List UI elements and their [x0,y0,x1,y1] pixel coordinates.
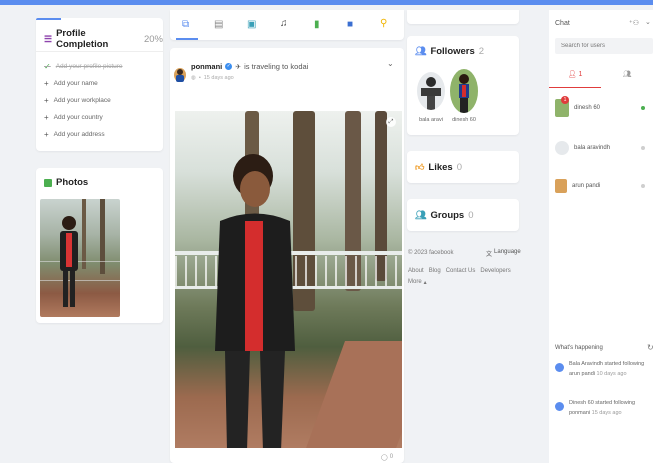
offline-status-dot [641,146,645,150]
group-icon: 👥︎ [415,210,427,220]
comment-icon: ◯ [381,455,388,461]
groups-title: 👥︎ Groups 0 [415,210,474,221]
language-link[interactable]: 文 Language [486,249,521,258]
post-author[interactable]: ponmani [191,62,222,71]
profile-completion-card: ☰ Profile Completion 20% ✓ Add your prof… [36,18,163,151]
post-author-avatar[interactable] [174,68,186,82]
plus-icon: + [44,79,49,88]
profile-task-picture[interactable]: ✓ Add your profile picture [44,62,123,71]
post-header: ponmani ✓ ✈ is traveling to kodai [191,62,308,71]
chat-search-input[interactable] [555,38,653,54]
online-status-dot [641,106,645,110]
photos-card: Photos [36,168,163,323]
chevron-down-icon[interactable]: ⌄ [645,18,651,26]
check-icon: ✓ [44,62,51,71]
profile-task-workplace[interactable]: + Add your workplace [44,96,111,105]
groups-card: 👥︎ Groups 0 [407,199,519,231]
avatar: 1 [555,96,569,117]
chat-tab-groups[interactable]: 👥︎ [601,70,653,88]
chat-tab-active-underline [549,87,601,88]
document-icon[interactable]: ▤ [214,19,223,30]
avatar [555,179,567,193]
camera-icon[interactable]: ▣ [247,19,256,30]
post-image[interactable]: ⤢ [175,111,402,448]
activity-item[interactable]: Dinesh 60 started following ponmani 15 d… [555,398,651,426]
users-icon: 👥︎ [415,46,427,56]
refresh-icon[interactable]: ↻ [647,343,653,352]
verified-icon: ✓ [225,63,233,70]
whats-happening-title: What's happening [555,345,603,351]
profile-tab-bar: ⧉ ▤ ▣ ♫ ▮ ■ ⚲ [170,10,404,40]
divider [36,51,163,52]
music-note-icon[interactable]: ♫ [280,18,288,29]
comment-count[interactable]: ◯ 0 [381,454,393,461]
footer-links: About Blog Contact Us Developers [408,268,511,274]
footer-copyright: © 2023 facebook [408,250,454,256]
person-icon: 👤︎ [567,71,577,78]
chevron-down-icon[interactable]: ⌄ [387,59,394,68]
footer-link-contact[interactable]: Contact Us [446,268,476,274]
profile-completion-title: ☰ Profile Completion 20% [44,28,163,50]
activity-item[interactable]: Bala Aravindh started following arun pan… [555,359,651,387]
dot-separator: • [198,75,201,81]
unread-badge: 1 [561,96,569,104]
activity-text: Bala Aravindh started following arun pan… [569,361,645,377]
chat-title: Chat [555,20,570,27]
chat-tab-people[interactable]: 👤︎ 1 [549,70,601,88]
chat-panel: Chat ⁺⚇ ⌄ 👤︎ 1 👥︎ 1 dinesh 60 bala aravi… [549,10,653,463]
activity-icon [555,363,564,372]
copy-icon[interactable]: ⧉ [182,19,189,30]
video-icon[interactable]: ▮ [314,19,320,30]
footer-link-about[interactable]: About [408,268,424,274]
expand-icon[interactable]: ⤢ [386,117,396,127]
plus-icon: + [44,130,49,139]
profile-completion-progress [36,18,62,20]
map-pin-icon[interactable]: ⚲ [380,18,387,29]
follower-avatar[interactable] [450,69,478,113]
post-time: 15 days ago [203,75,234,81]
plus-icon: + [44,96,49,105]
avatar [555,141,569,155]
checklist-icon: ☰ [44,33,53,44]
follower-name[interactable]: dinesh 60 [444,117,484,123]
image-icon [44,178,52,187]
tab-active-underline [176,38,198,40]
photos-title: Photos [44,177,88,188]
post-activity: is traveling to kodai [244,62,309,71]
footer-link-blog[interactable]: Blog [429,268,441,274]
group-icon: 👥︎ [622,71,632,78]
profile-completion-percent: 20% [143,33,163,45]
post-meta: ◍ • 15 days ago [191,75,234,81]
translate-icon: 文 [486,252,493,258]
folder-icon[interactable]: ■ [347,19,353,30]
activity-text: Dinesh 60 started following ponmani 15 d… [569,400,636,416]
footer-link-developers[interactable]: Developers [480,268,510,274]
add-user-icon[interactable]: ⁺⚇ [629,19,639,27]
followers-title: 👥︎ Followers 2 [415,46,485,57]
profile-task-name[interactable]: + Add your name [44,79,98,88]
offline-status-dot [641,184,645,188]
top-stub-card [407,10,519,24]
follower-avatar[interactable] [417,72,445,110]
person-photo [215,154,295,448]
footer-more[interactable]: More ▴ [408,279,427,286]
caret-up-icon: ▴ [423,280,427,286]
profile-task-address[interactable]: + Add your address [44,130,105,139]
chat-user-item[interactable]: bala aravindh [555,139,649,157]
chat-user-item[interactable]: 1 dinesh 60 [555,96,649,118]
top-accent-bar [0,0,653,5]
photo-thumbnail[interactable] [40,199,120,317]
thumbs-up-icon: 👍︎ [415,162,425,172]
airplane-icon: ✈ [235,63,242,71]
globe-icon: ◍ [191,75,196,81]
likes-title: 👍︎ Likes 0 [415,162,462,173]
activity-icon [555,402,564,411]
person-photo [60,216,78,307]
plus-icon: + [44,113,49,122]
likes-card: 👍︎ Likes 0 [407,151,519,183]
profile-task-country[interactable]: + Add your country [44,113,103,122]
followers-card: 👥︎ Followers 2 bala aravi dinesh 60 [407,36,519,135]
chat-user-item[interactable]: arun pandi [555,177,649,195]
